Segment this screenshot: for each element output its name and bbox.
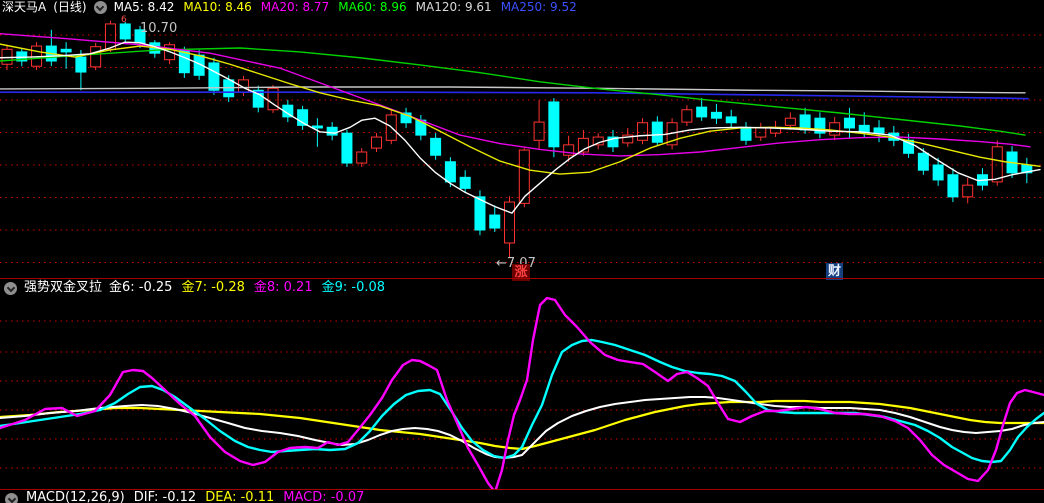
stock-chart-app: 深天马A (日线) MA5: 8.42 MA10: 8.46 MA20: 8.77 M… — [0, 0, 1044, 503]
candlestick-chart[interactable] — [0, 14, 1044, 278]
indicator-collapse-chevron-icon[interactable] — [4, 281, 17, 295]
indicator-value-0: 金6: -0.25 — [109, 280, 173, 295]
macd-value-0: MACD(12,26,9) — [26, 490, 125, 503]
ma-legend-item-3: MA60: 8.96 — [338, 0, 407, 14]
title-bar: 深天马A (日线) MA5: 8.42 MA10: 8.46 MA20: 8.77 M… — [0, 0, 1044, 14]
macd-value-2: DEA: -0.11 — [205, 490, 275, 503]
ma-legend-item-1: MA10: 8.46 — [183, 0, 252, 14]
stock-name: 深天马A — [2, 0, 47, 14]
ma-legend-item-2: MA20: 8.77 — [260, 0, 330, 14]
indicator-values: 金6: -0.25 金7: -0.28 金8: 0.21 金9: -0.08 — [109, 280, 385, 296]
indicator-value-2: 金8: 0.21 — [253, 280, 313, 295]
ma-legend: MA5: 8.42 MA10: 8.46 MA20: 8.77 MA60: 8.96 M… — [114, 0, 577, 14]
macd-value-1: DIF: -0.12 — [133, 490, 197, 503]
macd-header-cutoff: MACD(12,26,9) DIF: -0.12 DEA: -0.11 MACD: -… — [0, 490, 1044, 503]
indicator-name: 强势双金叉拉 — [24, 280, 103, 295]
ma-legend-item-5: MA250: 9.52 — [500, 0, 577, 14]
indicator-chart[interactable] — [0, 296, 1044, 489]
candlestick-panel[interactable] — [0, 14, 1044, 278]
indicator-value-3: 金9: -0.08 — [321, 280, 386, 295]
ma-legend-item-0: MA5: 8.42 — [113, 0, 175, 14]
period-label: (日线) — [53, 0, 87, 14]
panel-divider-top — [0, 278, 1044, 279]
ma-legend-item-4: MA120: 9.61 — [415, 0, 492, 14]
indicator-panel[interactable] — [0, 296, 1044, 489]
macd-collapse-chevron-icon[interactable] — [5, 493, 18, 503]
signal-6-marker: 6 — [121, 15, 127, 25]
macd-values: MACD(12,26,9) DIF: -0.12 DEA: -0.11 MACD: -… — [26, 490, 364, 503]
indicator-header: 强势双金叉拉 金6: -0.25 金7: -0.28 金8: 0.21 金9: -0.… — [0, 280, 1044, 296]
indicator-value-1: 金7: -0.28 — [181, 280, 245, 295]
macd-value-3: MACD: -0.07 — [283, 490, 365, 503]
collapse-chevron-icon[interactable] — [93, 0, 107, 14]
high-price-label: 10.70 — [140, 21, 178, 36]
